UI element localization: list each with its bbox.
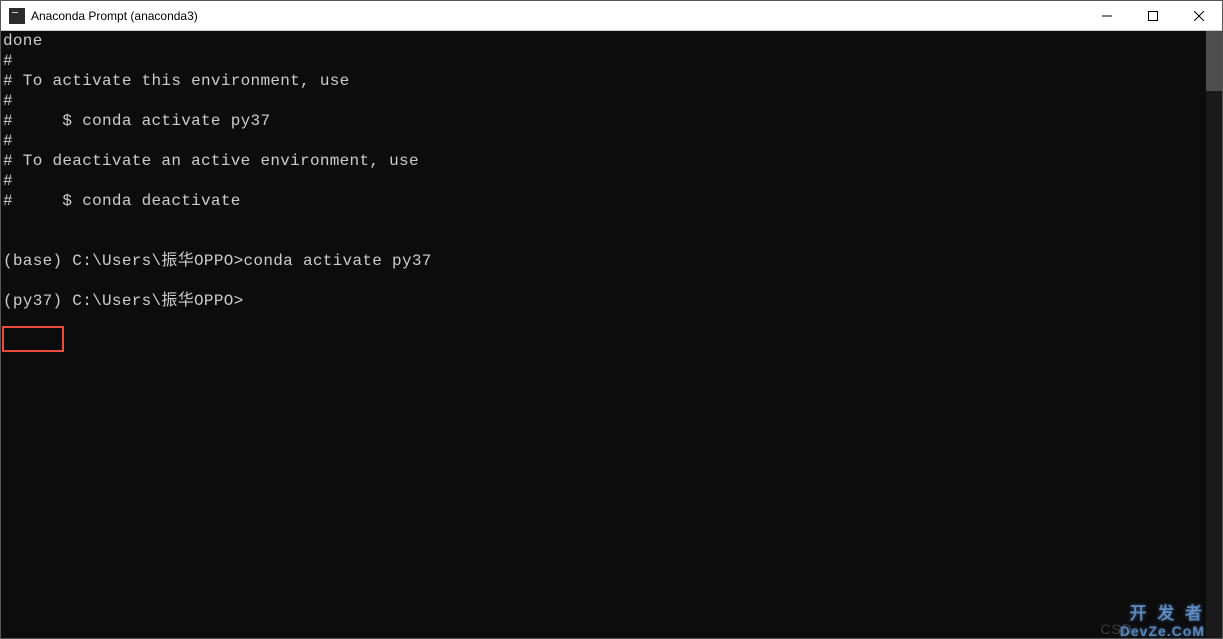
- terminal-line: # To activate this environment, use: [3, 71, 1204, 91]
- terminal-line: #: [3, 131, 1204, 151]
- terminal-line: (base) C:\Users\振华OPPO>conda activate py…: [3, 251, 1204, 271]
- terminal-line: [3, 211, 1204, 231]
- minimize-button[interactable]: [1084, 1, 1130, 30]
- window-title: Anaconda Prompt (anaconda3): [31, 9, 1084, 23]
- app-icon: [9, 8, 25, 24]
- close-button[interactable]: [1176, 1, 1222, 30]
- maximize-button[interactable]: [1130, 1, 1176, 30]
- terminal-line: # To deactivate an active environment, u…: [3, 151, 1204, 171]
- terminal-line: # $ conda deactivate: [3, 191, 1204, 211]
- terminal-line: #: [3, 51, 1204, 71]
- scrollbar-thumb[interactable]: [1206, 31, 1222, 91]
- window-frame: Anaconda Prompt (anaconda3) done## To ac…: [0, 0, 1223, 639]
- terminal-line: #: [3, 171, 1204, 191]
- watermark: 开 发 者 DevZe.CoM: [1120, 605, 1205, 639]
- terminal-output[interactable]: done## To activate this environment, use…: [1, 31, 1206, 638]
- watermark-line2: DevZe.CoM: [1120, 624, 1205, 639]
- terminal-line: # $ conda activate py37: [3, 111, 1204, 131]
- scrollbar[interactable]: [1206, 31, 1222, 638]
- terminal-container: done## To activate this environment, use…: [1, 31, 1222, 638]
- window-controls: [1084, 1, 1222, 30]
- terminal-line: [3, 271, 1204, 291]
- terminal-line: (py37) C:\Users\振华OPPO>: [3, 291, 1204, 311]
- titlebar[interactable]: Anaconda Prompt (anaconda3): [1, 1, 1222, 31]
- terminal-line: [3, 231, 1204, 251]
- terminal-line: done: [3, 31, 1204, 51]
- watermark-line1: 开 发 者: [1120, 605, 1205, 624]
- terminal-line: #: [3, 91, 1204, 111]
